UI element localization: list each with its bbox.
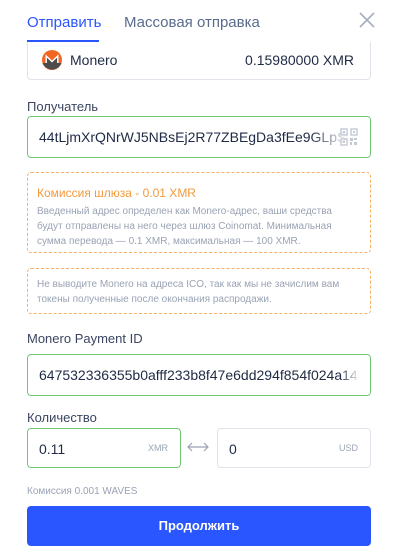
asset-balance: 0.15980000 XMR [245,52,354,68]
tab-send[interactable]: Отправить [27,14,101,31]
amount-usd-value: 0 [229,441,237,457]
payment-id-input[interactable]: 647532336355b0afff233b8f47e6dd294f854f02… [27,354,371,396]
payment-id-value: 647532336355b0afff233b8f47e6dd294f854f02… [39,367,371,383]
qr-code-icon[interactable] [340,128,358,146]
ico-warning-text: Не выводите Monero на адреса ICO, так ка… [37,279,340,305]
monero-logo-icon [42,50,62,70]
asset-selector[interactable]: Monero 0.15980000 XMR [27,42,371,80]
gateway-fee-text: Введенный адрес определен как Monero-адр… [37,206,332,247]
amount-xmr-unit: XMR [148,443,168,453]
asset-name: Monero [70,52,118,68]
ico-warning-notice: Не выводите Monero на адреса ICO, так ка… [27,268,371,314]
gateway-fee-notice: Комиссия шлюза - 0.01 XMR Введенный адре… [27,172,371,253]
swap-arrows-icon[interactable] [186,441,210,453]
gateway-fee-title: Комиссия шлюза - 0.01 XMR [37,186,196,200]
recipient-input[interactable]: 44tLjmXrQNrWJ5NBsEj2R77ZBEgDa3fEe9GLpSf2 [27,116,371,158]
amount-usd-input[interactable]: 0 USD [217,428,371,468]
input-fade [340,355,370,395]
tab-mass-send[interactable]: Массовая отправка [124,14,260,31]
amount-xmr-value: 0.11 [39,441,66,457]
payment-id-label: Monero Payment ID [27,331,143,346]
amount-usd-unit: USD [338,443,358,453]
amount-label: Количество [27,410,97,425]
tab-bar: Отправить Массовая отправка [0,0,400,44]
continue-button[interactable]: Продолжить [27,506,371,546]
fee-text: Комиссия 0.001 WAVES [27,486,138,497]
recipient-label: Получатель [27,99,99,114]
close-icon[interactable] [356,9,378,31]
amount-xmr-input[interactable]: 0.11 XMR [27,428,181,468]
